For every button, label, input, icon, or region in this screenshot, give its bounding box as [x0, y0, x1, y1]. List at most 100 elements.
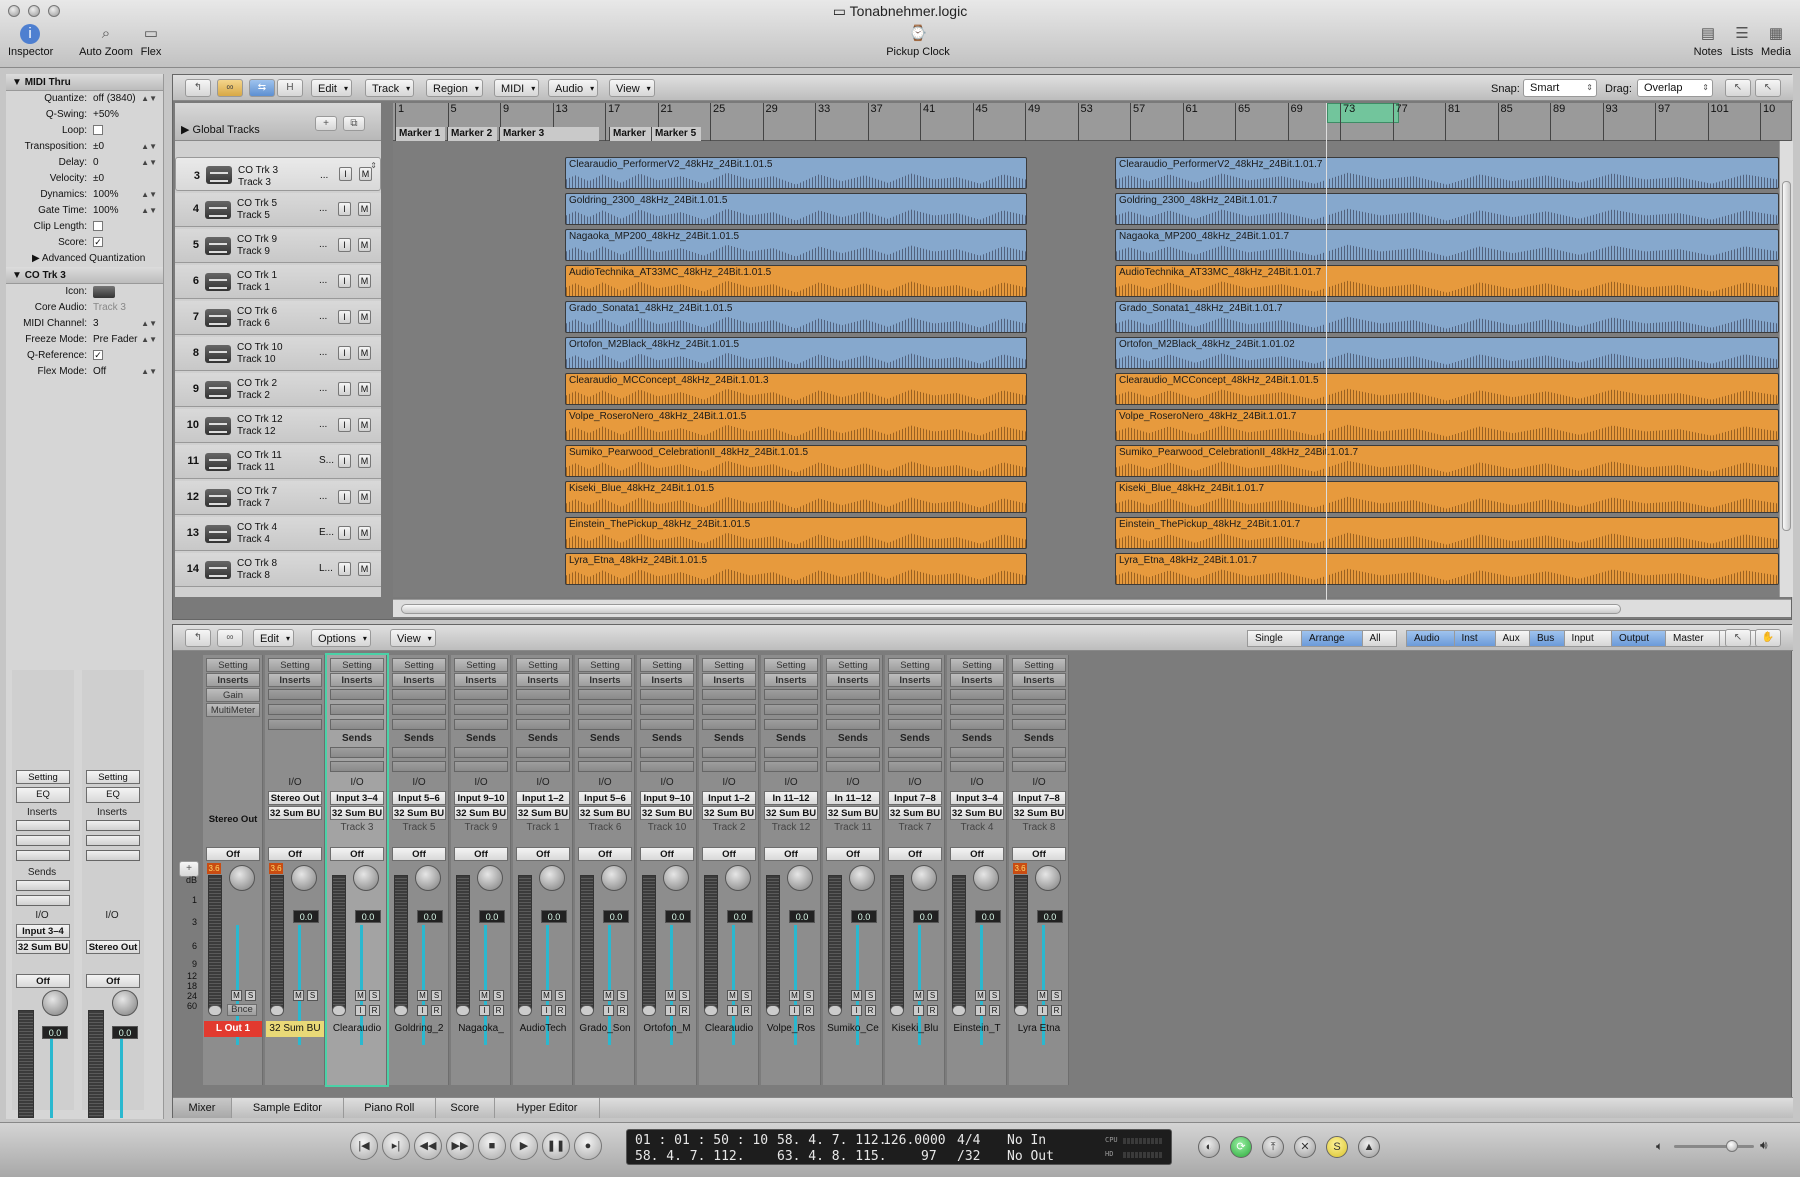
setting-button[interactable]: Setting	[330, 658, 384, 672]
solo-button[interactable]: S	[307, 990, 318, 1001]
tab-piano-roll[interactable]: Piano Roll	[344, 1098, 436, 1118]
midi-thru-header[interactable]: ▼ MIDI Thru	[6, 74, 163, 91]
insert-slot[interactable]	[764, 704, 818, 715]
record-enable-button[interactable]: R	[431, 1005, 442, 1016]
insert-slot[interactable]	[640, 719, 694, 730]
setting-button[interactable]: Setting	[702, 658, 756, 672]
solo-button[interactable]: S	[555, 990, 566, 1001]
bounce-button[interactable]: Bnce	[227, 1004, 257, 1016]
mixer-menu-view[interactable]: View	[390, 629, 436, 648]
stepper-icon[interactable]: ▲▼	[141, 203, 157, 219]
input-slot[interactable]: In 11–12	[826, 791, 880, 805]
checkmark-icon[interactable]: ✓	[93, 350, 103, 361]
audio-region[interactable]: Sumiko_Pearwood_CelebrationII_48kHz_24Bi…	[1115, 445, 1779, 477]
inspector-row[interactable]: Icon:	[6, 284, 163, 300]
input-slot[interactable]: Input 9–10	[640, 791, 694, 805]
audio-region[interactable]: Grado_Sonata1_48kHz_24Bit.1.01.5	[565, 301, 1027, 333]
inspector-row[interactable]: Flex Mode: Off ▲▼	[6, 364, 163, 380]
pan-knob[interactable]	[112, 990, 138, 1016]
mixer-hand-tool[interactable]: ✋	[1755, 629, 1781, 647]
input-monitor-button[interactable]: I	[541, 1005, 552, 1016]
solo-button[interactable]: S	[1051, 990, 1062, 1001]
inspector-row[interactable]: Dynamics: 100% ▲▼	[6, 187, 163, 203]
link-icon[interactable]	[766, 1005, 780, 1016]
insert-slot[interactable]	[702, 689, 756, 700]
vertical-scroll-thumb[interactable]	[1782, 181, 1791, 531]
stepper-icon[interactable]: ▲▼	[141, 139, 157, 155]
mute-button[interactable]: M	[1037, 990, 1048, 1001]
automation-mode[interactable]: Off	[206, 847, 260, 861]
audio-region[interactable]: AudioTechnika_AT33MC_48kHz_24Bit.1.01.7	[1115, 265, 1779, 297]
stepper-icon[interactable]: ▲▼	[141, 187, 157, 203]
automation-mode[interactable]: Off	[16, 974, 70, 988]
setting-button[interactable]: Setting	[268, 658, 322, 672]
inspector-row-value[interactable]: off (3840)	[93, 91, 136, 107]
automation-mode[interactable]: Off	[640, 847, 694, 861]
peak-indicator[interactable]: 3.6	[1013, 863, 1027, 874]
record-enable-button[interactable]: R	[927, 1005, 938, 1016]
audio-region[interactable]: Clearaudio_MCConcept_48kHz_24Bit.1.01.5	[1115, 373, 1779, 405]
record-button[interactable]: ●	[574, 1132, 602, 1160]
mute-button[interactable]: M	[358, 310, 371, 324]
insert-slot[interactable]	[702, 704, 756, 715]
audio-region[interactable]: Einstein_ThePickup_48kHz_24Bit.1.01.5	[565, 517, 1027, 549]
inspector-checkbox[interactable]: ✓	[93, 348, 103, 364]
menu-edit[interactable]: Edit	[311, 79, 352, 98]
audio-region[interactable]: Clearaudio_PerformerV2_48kHz_24Bit.1.01.…	[565, 157, 1027, 189]
low-latency-button[interactable]: ◐	[1198, 1136, 1220, 1158]
send-slot[interactable]	[516, 761, 570, 772]
forward-button[interactable]: ▶▶	[446, 1132, 474, 1160]
input-monitor-button[interactable]: I	[355, 1005, 366, 1016]
send-slot[interactable]	[16, 880, 70, 891]
send-slot[interactable]	[764, 747, 818, 758]
insert-slot[interactable]	[330, 704, 384, 715]
peak-indicator[interactable]: 3.6	[207, 863, 221, 874]
audio-region[interactable]: Goldring_2300_48kHz_24Bit.1.01.7	[1115, 193, 1779, 225]
inspector-row-value[interactable]: 100%	[93, 203, 119, 219]
insert-slot[interactable]	[16, 850, 70, 861]
send-slot[interactable]	[392, 747, 446, 758]
track-header[interactable]: 3 CO Trk 3 Track 3... I M	[175, 157, 381, 191]
input-slot[interactable]: Input 7–8	[888, 791, 942, 805]
output-slot[interactable]: 32 Sum BU	[702, 806, 756, 820]
input-slot[interactable]: Stereo Out	[268, 791, 322, 805]
record-enable-button[interactable]: R	[679, 1005, 690, 1016]
mute-button[interactable]: M	[358, 238, 371, 252]
marker[interactable]: Marker 2	[447, 127, 497, 141]
solo-button[interactable]: S	[803, 990, 814, 1001]
setting-button[interactable]: Setting	[16, 770, 70, 784]
inspector-checkbox[interactable]	[93, 219, 103, 235]
record-enable-button[interactable]: R	[803, 1005, 814, 1016]
gain-insert[interactable]: Gain	[206, 688, 260, 702]
solo-button[interactable]: S	[679, 990, 690, 1001]
pan-knob[interactable]	[229, 865, 255, 891]
insert-slot[interactable]	[454, 689, 508, 700]
link-icon[interactable]	[642, 1005, 656, 1016]
inspector-row[interactable]: Gate Time: 100% ▲▼	[6, 203, 163, 219]
insert-slot[interactable]	[16, 835, 70, 846]
mute-button[interactable]: M	[358, 274, 371, 288]
audio-region[interactable]: Volpe_RoseroNero_48kHz_24Bit.1.01.7	[1115, 409, 1779, 441]
cycle-button[interactable]: ⟳	[1230, 1136, 1252, 1158]
output-slot[interactable]: Stereo Out	[206, 813, 260, 827]
output-slot[interactable]: 32 Sum BU	[950, 806, 1004, 820]
insert-slot[interactable]	[86, 850, 140, 861]
audio-region[interactable]: Lyra_Etna_48kHz_24Bit.1.01.5	[565, 553, 1027, 585]
channel-name[interactable]: AudioTech	[514, 1021, 572, 1037]
setting-button[interactable]: Setting	[392, 658, 446, 672]
inspector-checkbox[interactable]: ✓	[93, 235, 103, 251]
send-slot[interactable]	[454, 761, 508, 772]
insert-slot[interactable]	[578, 719, 632, 730]
solo-button[interactable]: S	[617, 990, 628, 1001]
pan-knob[interactable]	[973, 865, 999, 891]
send-slot[interactable]	[640, 761, 694, 772]
tab-hyper-editor[interactable]: Hyper Editor	[495, 1098, 600, 1118]
pan-knob[interactable]	[663, 865, 689, 891]
inspector-row[interactable]: Q-Swing: +50%	[6, 107, 163, 123]
menu-track[interactable]: Track	[365, 79, 415, 98]
insert-slot[interactable]	[392, 689, 446, 700]
insert-slot[interactable]	[764, 719, 818, 730]
input-monitor-button[interactable]: I	[851, 1005, 862, 1016]
output-slot[interactable]: 32 Sum BU	[1012, 806, 1066, 820]
insert-slot[interactable]	[454, 719, 508, 730]
